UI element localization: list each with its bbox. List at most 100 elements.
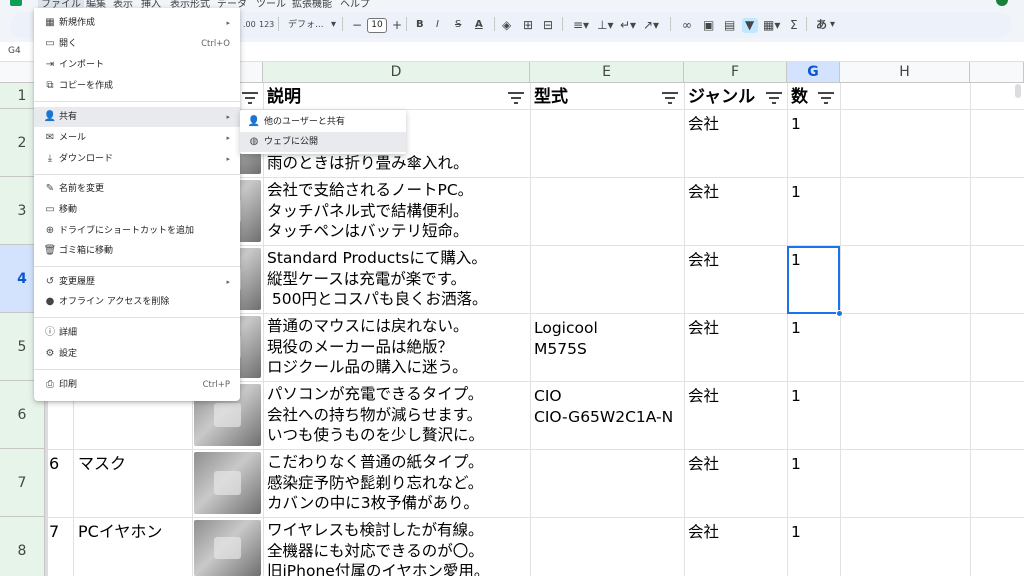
menu-item-version-history[interactable]: ↺ 変更履歴 ▸ — [34, 272, 240, 292]
menu-extensions[interactable]: 拡張機能 — [292, 0, 332, 8]
fill-color-icon[interactable]: ◈ — [502, 17, 511, 33]
active-cell-g4[interactable] — [787, 246, 840, 314]
text-color-button[interactable]: A — [475, 17, 483, 33]
name-box[interactable]: G4 — [8, 46, 21, 56]
menu-help[interactable]: ヘルプ — [340, 0, 370, 8]
ime-button[interactable]: あ — [816, 17, 827, 33]
menu-format[interactable]: 表示形式 — [170, 0, 210, 8]
menu-item-move[interactable]: ▭ 移動 — [34, 200, 240, 220]
row-header-8[interactable]: 8 — [0, 517, 45, 576]
item-name-cell[interactable]: PCイヤホン — [78, 522, 162, 543]
filter-views-icon[interactable]: ▦▾ — [763, 17, 780, 33]
account-avatar[interactable] — [996, 0, 1008, 6]
count-cell[interactable]: 1 — [791, 114, 801, 135]
font-family-select[interactable]: デフォ... — [288, 17, 324, 33]
genre-cell[interactable]: 会社 — [688, 250, 719, 271]
menu-item-print[interactable]: ⎙ 印刷 Ctrl+P — [34, 375, 240, 395]
menu-item-email[interactable]: ✉ メール ▸ — [34, 128, 240, 148]
menu-item-make-copy[interactable]: ⧉ コピーを作成 — [34, 76, 240, 96]
menu-insert[interactable]: 挿入 — [141, 0, 161, 8]
model-cell[interactable]: CIO CIO-G65W2C1A-N — [534, 386, 673, 427]
count-cell[interactable]: 1 — [791, 386, 801, 407]
column-header-e[interactable]: E — [530, 62, 684, 83]
menu-item-import[interactable]: ⇥ インポート — [34, 55, 240, 75]
sheets-logo-icon[interactable] — [10, 0, 22, 6]
filter-model-icon[interactable] — [662, 92, 678, 104]
genre-cell[interactable]: 会社 — [688, 454, 719, 475]
menu-edit[interactable]: 編集 — [86, 0, 106, 8]
menu-item-offline[interactable]: ● オフライン アクセスを削除 — [34, 292, 240, 312]
description-cell[interactable]: パソコンが充電できるタイプ。 会社への持ち物が減らせます。 いつも使うものを少し… — [267, 384, 484, 446]
description-cell[interactable]: 会社で支給されるノートPC。 タッチパネル式で結構便利。 タッチペンはバッテリ短… — [267, 180, 473, 242]
row-header-7[interactable]: 7 — [0, 449, 45, 517]
font-size-increase-button[interactable]: + — [392, 17, 402, 33]
count-cell[interactable]: 1 — [791, 182, 801, 203]
menu-item-label: ウェブに公開 — [264, 137, 319, 147]
filter-description-icon[interactable] — [508, 92, 524, 104]
merge-cells-icon[interactable]: ⊟ — [543, 17, 553, 33]
column-header-f[interactable]: F — [684, 62, 787, 83]
description-cell[interactable]: ワイヤレスも検討したが有線。 全機器にも対応できるのが〇。 旧iPhone付属の… — [267, 520, 489, 576]
menu-item-share[interactable]: 👤 共有 ▸ — [34, 107, 240, 127]
strikethrough-button[interactable]: S — [455, 17, 461, 33]
submenu-item-share-with-others[interactable]: 👤 他のユーザーと共有 — [240, 112, 406, 132]
menu-item-settings[interactable]: ⚙ 設定 — [34, 344, 240, 364]
menu-file[interactable]: ファイル — [38, 0, 84, 8]
number-format-button[interactable]: 123 — [259, 17, 274, 33]
header-count[interactable]: 数 — [791, 86, 808, 108]
align-horizontal-icon[interactable]: ≡▾ — [573, 17, 589, 33]
genre-cell[interactable]: 会社 — [688, 114, 719, 135]
menu-item-new[interactable]: ▦ 新規作成 ▸ — [34, 13, 240, 33]
fill-handle[interactable] — [836, 310, 843, 317]
menu-data[interactable]: データ — [217, 0, 247, 8]
menu-view[interactable]: 表示 — [113, 0, 133, 8]
filter-icon[interactable]: ▼ — [745, 17, 754, 33]
description-cell[interactable]: Standard Productsにて購入。 縦型ケースは充電が楽です。 500… — [267, 248, 488, 310]
column-header-d[interactable]: D — [263, 62, 530, 83]
header-model[interactable]: 型式 — [534, 86, 568, 108]
genre-cell[interactable]: 会社 — [688, 318, 719, 339]
font-size-input[interactable]: 10 — [367, 18, 387, 33]
text-wrap-icon[interactable]: ↵▾ — [620, 17, 636, 33]
column-header-i[interactable] — [970, 62, 1024, 83]
genre-cell[interactable]: 会社 — [688, 386, 719, 407]
menu-item-open[interactable]: ▭ 開く Ctrl+O — [34, 34, 240, 54]
count-cell[interactable]: 1 — [791, 522, 801, 543]
count-cell[interactable]: 1 — [791, 318, 801, 339]
vertical-scrollbar[interactable] — [1015, 84, 1021, 98]
header-genre[interactable]: ジャンル — [688, 86, 755, 108]
filter-genre-icon[interactable] — [766, 92, 782, 104]
menu-item-download[interactable]: ⤓ ダウンロード ▸ — [34, 149, 240, 169]
functions-icon[interactable]: Σ — [790, 17, 798, 33]
submenu-item-publish-to-web[interactable]: ◍ ウェブに公開 — [240, 132, 406, 152]
column-header-h[interactable]: H — [840, 62, 970, 83]
count-cell[interactable]: 1 — [791, 454, 801, 475]
chart-icon[interactable]: ▤ — [724, 17, 735, 33]
menu-item-add-shortcut[interactable]: ⊕ ドライブにショートカットを追加 — [34, 221, 240, 241]
comment-icon[interactable]: ▣ — [703, 17, 714, 33]
column-header-g[interactable]: G — [787, 62, 840, 83]
header-description[interactable]: 説明 — [267, 86, 301, 108]
decimal-more-button[interactable]: .00 — [243, 17, 256, 33]
menu-item-rename[interactable]: ✎ 名前を変更 — [34, 179, 240, 199]
align-vertical-icon[interactable]: ⊥▾ — [597, 17, 613, 33]
text-rotate-icon[interactable]: ↗▾ — [643, 17, 659, 33]
italic-button[interactable]: I — [436, 17, 439, 33]
borders-icon[interactable]: ⊞ — [523, 17, 533, 33]
menu-item-details[interactable]: ⓘ 詳細 — [34, 323, 240, 343]
item-number-cell[interactable]: 7 — [49, 522, 59, 543]
description-cell[interactable]: こだわりなく普通の紙タイプ。 感染症予防や髭剃り忘れなど。 カバンの中に3枚予備… — [267, 452, 484, 514]
genre-cell[interactable]: 会社 — [688, 522, 719, 543]
filter-image-icon[interactable] — [242, 92, 258, 104]
genre-cell[interactable]: 会社 — [688, 182, 719, 203]
model-cell[interactable]: Logicool M575S — [534, 318, 598, 359]
link-icon[interactable]: ∞ — [682, 17, 692, 33]
item-number-cell[interactable]: 6 — [49, 454, 59, 475]
font-size-decrease-button[interactable]: − — [352, 17, 362, 33]
filter-count-icon[interactable] — [818, 92, 834, 104]
bold-button[interactable]: B — [416, 17, 424, 33]
description-cell[interactable]: 普通のマウスには戻れない。 現役のメーカー品は絶版？ ロジクール品の購入に迷う。 — [267, 316, 469, 378]
menu-item-trash[interactable]: 🗑 ゴミ箱に移動 — [34, 241, 240, 261]
item-name-cell[interactable]: マスク — [78, 454, 126, 475]
menu-tools[interactable]: ツール — [256, 0, 286, 8]
